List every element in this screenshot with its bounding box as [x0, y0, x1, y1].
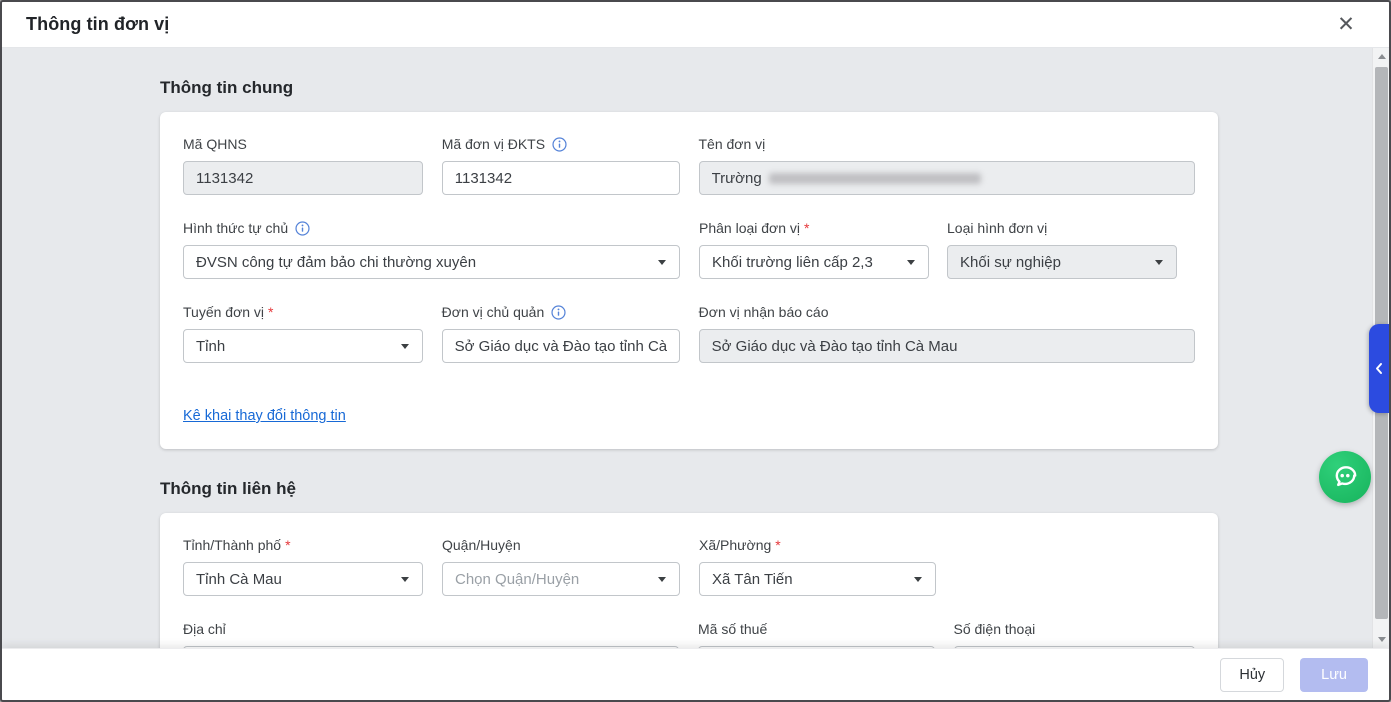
chevron-down-icon	[1155, 260, 1163, 265]
tuyen-label: Tuyến đơn vị	[183, 304, 264, 320]
nhan-bao-cao-input[interactable]: Sở Giáo dục và Đào tạo tỉnh Cà Mau	[699, 329, 1195, 363]
support-chat-button[interactable]	[1319, 451, 1371, 503]
chat-bubble-icon	[1329, 461, 1361, 493]
required-marker: *	[775, 537, 780, 553]
modal-header: Thông tin đơn vị ✕	[2, 2, 1389, 48]
nhan-bao-cao-label: Đơn vị nhận báo cáo	[699, 304, 829, 320]
xa-phuong-select[interactable]: Xã Tân Tiến	[699, 562, 936, 596]
redacted-text	[769, 173, 981, 184]
collapse-side-tab[interactable]	[1369, 324, 1389, 413]
scroll-up-arrow-icon[interactable]	[1373, 48, 1389, 65]
field-ten-don-vi: Tên đơn vị Trường	[699, 134, 1195, 195]
phan-loai-label: Phân loại đơn vị	[699, 220, 800, 236]
loai-hinh-label: Loại hình đơn vị	[947, 220, 1047, 236]
tuyen-select[interactable]: Tỉnh	[183, 329, 423, 363]
ma-so-thue-label: Mã số thuế	[698, 621, 767, 637]
ma-qhns-label: Mã QHNS	[183, 136, 247, 152]
close-icon[interactable]: ✕	[1333, 12, 1359, 38]
chu-quan-input[interactable]: Sở Giáo dục và Đào tạo tỉnh Cà Mau	[442, 329, 680, 363]
contact-info-card: Tỉnh/Thành phố * Tỉnh Cà Mau Quận/Huyện	[160, 513, 1218, 648]
xa-phuong-label: Xã/Phường	[699, 537, 771, 553]
field-phan-loai-don-vi: Phân loại đơn vị * Khối trường liên cấp …	[699, 218, 929, 279]
chevron-down-icon	[914, 577, 922, 582]
dia-chi-label: Địa chỉ	[183, 621, 226, 637]
tinh-select[interactable]: Tỉnh Cà Mau	[183, 562, 423, 596]
modal-content: Thông tin chung Mã QHNS 1131342 Mã	[160, 48, 1218, 648]
contact-row-1: Tỉnh/Thành phố * Tỉnh Cà Mau Quận/Huyện	[183, 535, 1195, 596]
chevron-down-icon	[658, 577, 666, 582]
tinh-label: Tỉnh/Thành phố	[183, 537, 281, 553]
chevron-down-icon	[401, 344, 409, 349]
field-ma-dkts: Mã đơn vị ĐKTS 1131342	[442, 134, 680, 195]
ma-qhns-input[interactable]: 1131342	[183, 161, 423, 195]
chevron-left-icon	[1374, 362, 1384, 375]
quan-huyen-label: Quận/Huyện	[442, 537, 521, 553]
hinh-thuc-label: Hình thức tự chủ	[183, 220, 288, 236]
field-so-dien-thoai: Số điện thoại 09	[954, 619, 1196, 648]
section-heading-general: Thông tin chung	[160, 78, 1218, 98]
field-don-vi-nhan-bao-cao: Đơn vị nhận báo cáo Sở Giáo dục và Đào t…	[699, 302, 1195, 363]
info-icon[interactable]	[552, 137, 567, 152]
general-info-card: Mã QHNS 1131342 Mã đơn vị ĐKTS	[160, 112, 1218, 449]
field-tuyen-don-vi: Tuyến đơn vị * Tỉnh	[183, 302, 423, 363]
field-xa-phuong: Xã/Phường * Xã Tân Tiến	[699, 535, 936, 596]
contact-row-2: Địa chỉ ấp Hải An Mã số thuế 20009	[183, 619, 1195, 648]
loai-hinh-select[interactable]: Khối sự nghiệp	[947, 245, 1177, 279]
chevron-down-icon	[907, 260, 915, 265]
cancel-button[interactable]: Hủy	[1220, 658, 1284, 692]
field-hinh-thuc-tu-chu: Hình thức tự chủ ĐVSN công tự đảm bảo ch…	[183, 218, 680, 279]
unit-info-modal: Thông tin đơn vị ✕ Thông tin chung Mã QH…	[0, 0, 1391, 702]
ma-dkts-label: Mã đơn vị ĐKTS	[442, 136, 545, 152]
ten-don-vi-input[interactable]: Trường	[699, 161, 1195, 195]
section-heading-contact: Thông tin liên hệ	[160, 479, 1218, 499]
scroll-down-arrow-icon[interactable]	[1373, 631, 1389, 648]
field-ma-so-thue: Mã số thuế 20009	[698, 619, 935, 648]
chu-quan-label: Đơn vị chủ quản	[442, 304, 545, 320]
field-loai-hinh-don-vi: Loại hình đơn vị Khối sự nghiệp	[947, 218, 1177, 279]
chevron-down-icon	[401, 577, 409, 582]
required-marker: *	[285, 537, 290, 553]
hinh-thuc-select[interactable]: ĐVSN công tự đảm bảo chi thường xuyên	[183, 245, 680, 279]
field-don-vi-chu-quan: Đơn vị chủ quản Sở Giáo dục và Đào tạo t…	[442, 302, 680, 363]
general-row-2: Hình thức tự chủ ĐVSN công tự đảm bảo ch…	[183, 218, 1195, 279]
ma-dkts-input[interactable]: 1131342	[442, 161, 680, 195]
chevron-down-icon	[658, 260, 666, 265]
general-row-1: Mã QHNS 1131342 Mã đơn vị ĐKTS	[183, 134, 1195, 195]
info-icon[interactable]	[551, 305, 566, 320]
modal-footer: Hủy Lưu	[2, 648, 1389, 700]
save-button[interactable]: Lưu	[1300, 658, 1368, 692]
field-ma-qhns: Mã QHNS 1131342	[183, 134, 423, 195]
ten-don-vi-label: Tên đơn vị	[699, 136, 766, 152]
field-dia-chi: Địa chỉ ấp Hải An	[183, 619, 679, 648]
quan-huyen-select[interactable]: Chọn Quận/Huyện	[442, 562, 680, 596]
required-marker: *	[804, 220, 809, 236]
field-quan-huyen: Quận/Huyện Chọn Quận/Huyện	[442, 535, 680, 596]
info-icon[interactable]	[295, 221, 310, 236]
required-marker: *	[268, 304, 273, 320]
modal-body: Thông tin chung Mã QHNS 1131342 Mã	[2, 48, 1389, 648]
general-row-3: Tuyến đơn vị * Tỉnh Đơn vị chủ quản	[183, 302, 1195, 363]
change-info-link[interactable]: Kê khai thay đổi thông tin	[183, 408, 346, 424]
phan-loai-select[interactable]: Khối trường liên cấp 2,3	[699, 245, 929, 279]
so-dien-thoai-label: Số điện thoại	[954, 621, 1036, 637]
field-tinh-thanh-pho: Tỉnh/Thành phố * Tỉnh Cà Mau	[183, 535, 423, 596]
modal-title: Thông tin đơn vị	[26, 14, 169, 35]
